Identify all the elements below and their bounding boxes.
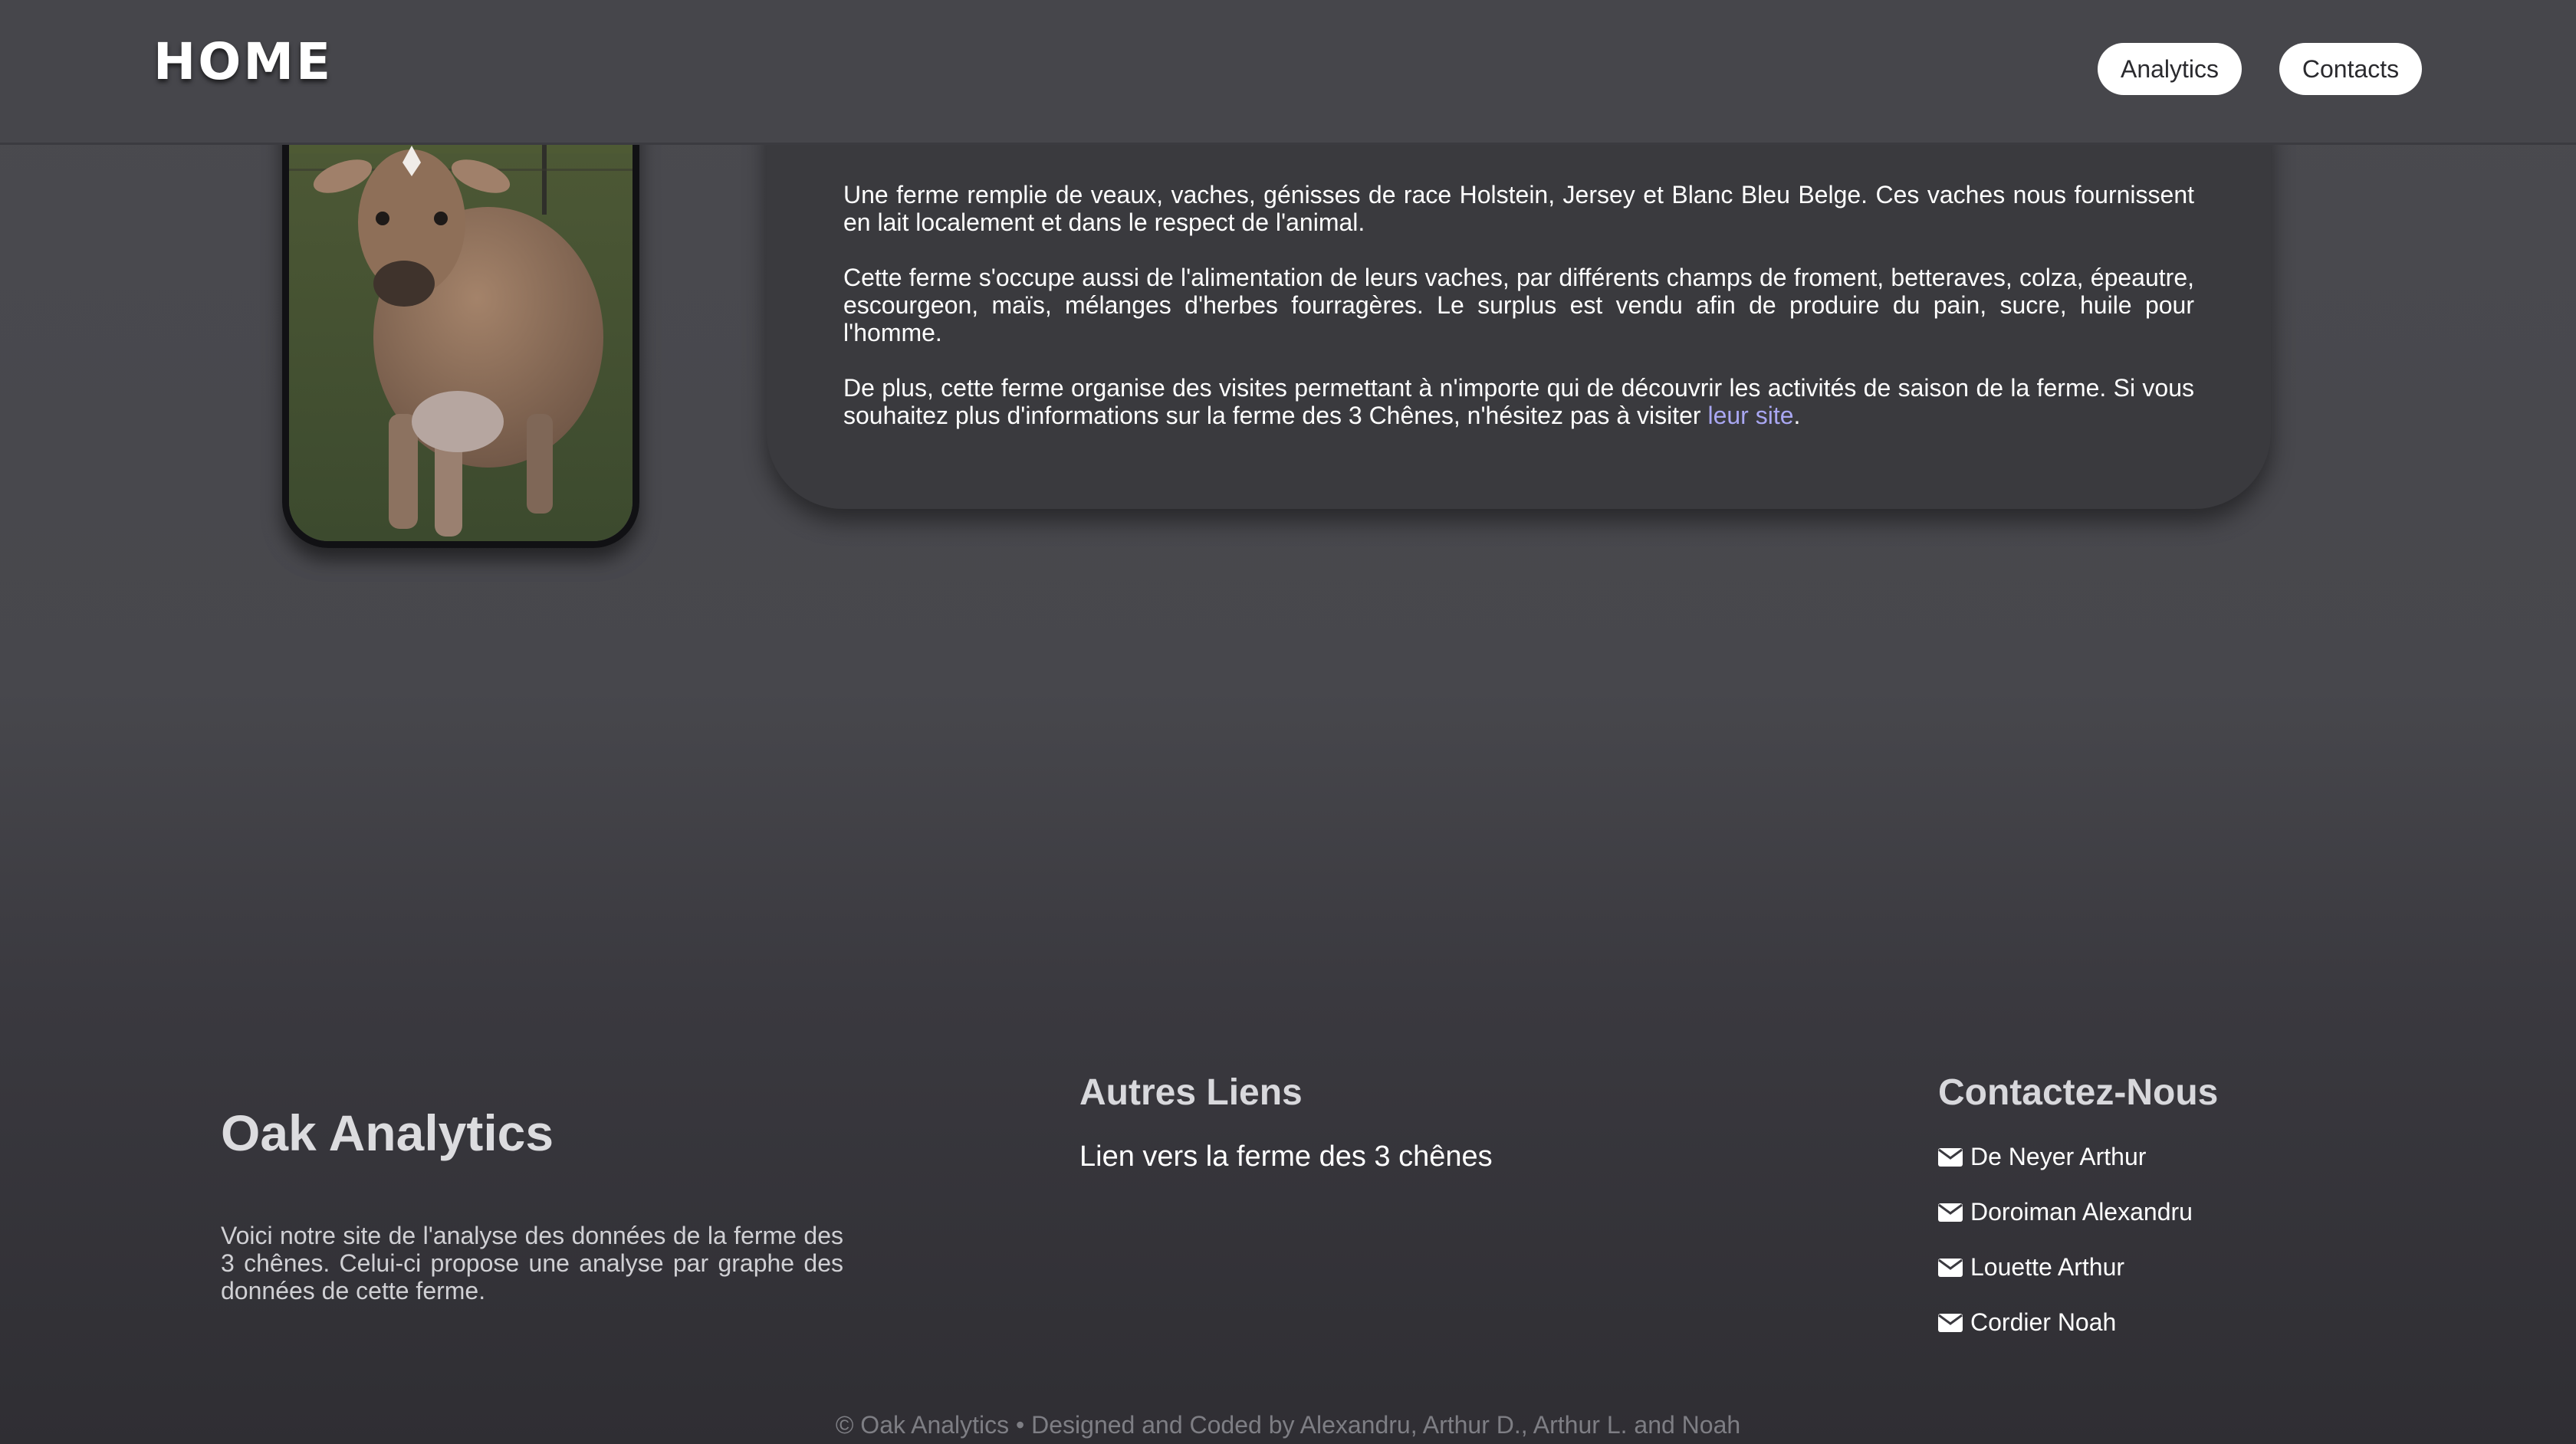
contact-name: Doroiman Alexandru	[1970, 1198, 2193, 1226]
home-brand[interactable]: HOME	[153, 32, 333, 91]
contact-name: Cordier Noah	[1970, 1308, 2117, 1336]
cow-photo	[282, 92, 639, 548]
footer-brand-title: Oak Analytics	[221, 1104, 554, 1161]
contact-item[interactable]: Doroiman Alexandru	[1938, 1198, 2193, 1226]
intro-paragraph-3-end: .	[1793, 402, 1801, 429]
cow-photo-image	[289, 92, 632, 541]
envelope-icon	[1938, 1258, 1963, 1277]
copyright-text: © Oak Analytics • Designed and Coded by …	[835, 1411, 1741, 1439]
envelope-icon	[1938, 1203, 1963, 1222]
intro-paragraph-1: Une ferme remplie de veaux, vaches, géni…	[843, 181, 2194, 236]
intro-paragraph-3: De plus, cette ferme organise des visite…	[843, 374, 2194, 429]
intro-paragraph-3-text: De plus, cette ferme organise des visite…	[843, 374, 2194, 429]
contact-item[interactable]: Cordier Noah	[1938, 1308, 2116, 1337]
farm-site-link[interactable]: leur site	[1707, 402, 1793, 429]
contact-item[interactable]: Louette Arthur	[1938, 1253, 2124, 1282]
farm-link[interactable]: Lien vers la ferme des 3 chênes	[1079, 1140, 1493, 1173]
envelope-icon	[1938, 1147, 1963, 1167]
contact-name: Louette Arthur	[1970, 1253, 2125, 1281]
nav-contacts-button[interactable]: Contacts	[2279, 43, 2422, 95]
footer-description: Voici notre site de l'analyse des donnée…	[221, 1222, 843, 1305]
other-links-heading: Autres Liens	[1079, 1072, 1303, 1113]
contact-name: De Neyer Arthur	[1970, 1143, 2147, 1170]
contact-item[interactable]: De Neyer Arthur	[1938, 1143, 2146, 1171]
intro-paragraph-2: Cette ferme s'occupe aussi de l'alimenta…	[843, 264, 2194, 346]
top-navbar: HOME Analytics Contacts	[0, 0, 2576, 145]
contact-heading: Contactez-Nous	[1938, 1072, 2219, 1113]
farm-description-card: Une ferme remplie de veaux, vaches, géni…	[767, 115, 2271, 509]
envelope-icon	[1938, 1313, 1963, 1332]
nav-analytics-button[interactable]: Analytics	[2098, 43, 2242, 95]
